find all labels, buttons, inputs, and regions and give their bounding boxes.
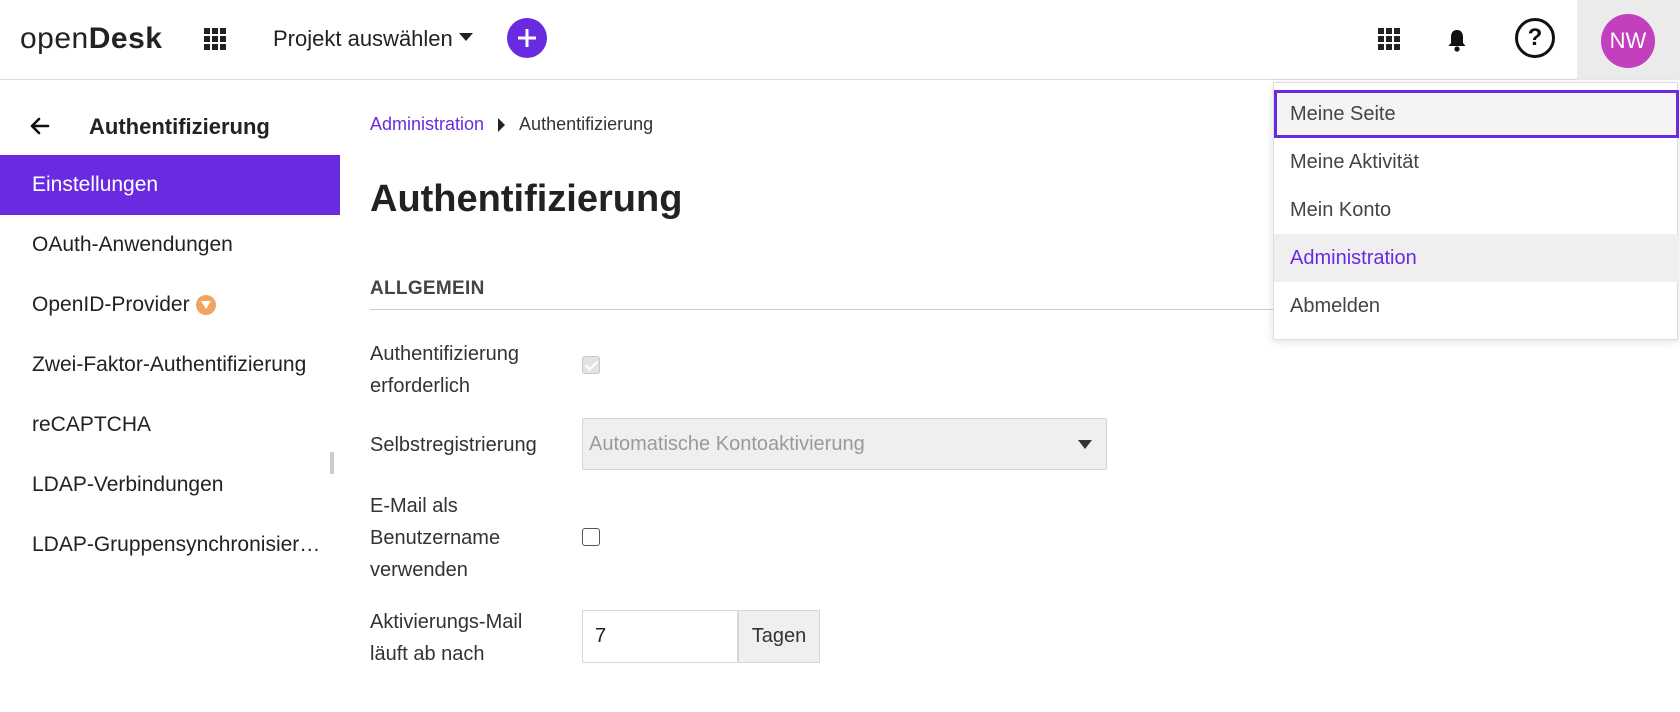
bell-icon[interactable]: [1446, 28, 1468, 52]
modules-grid-icon[interactable]: [1378, 28, 1400, 50]
chevron-right-icon: [498, 117, 506, 132]
email-as-login-label: E-Mail als Benutzername verwenden: [370, 490, 500, 586]
self-registration-value: Automatische Kontoaktivierung: [589, 432, 865, 455]
activation-mail-unit-label: Tagen: [738, 610, 820, 663]
breadcrumb-current: Authentifizierung: [519, 114, 654, 134]
breadcrumb: Administration Authentifizierung: [370, 114, 653, 135]
section-heading: ALLGEMEIN: [370, 278, 1300, 310]
sidebar-item-label: OpenID-Provider: [32, 293, 190, 316]
avatar: NW: [1601, 14, 1655, 68]
self-registration-select[interactable]: Automatische Kontoaktivierung: [582, 418, 1107, 470]
auth-required-label-line2: erforderlich: [370, 375, 471, 397]
caret-down-icon: [458, 33, 473, 41]
sidebar-title: Authentifizierung: [89, 114, 270, 139]
user-dropdown-menu: Meine Seite Meine Aktivität Mein Konto A…: [1273, 82, 1679, 340]
auth-required-checkbox[interactable]: [582, 356, 600, 374]
activation-mail-label-line1: Aktivierungs-Mail: [370, 611, 523, 633]
add-button[interactable]: [507, 18, 547, 58]
sidebar-item-label: reCAPTCHA: [32, 413, 152, 436]
self-registration-label: Selbstregistrierung: [370, 434, 537, 456]
sidebar-header: Authentifizierung: [0, 106, 340, 146]
menu-item-my-page[interactable]: Meine Seite: [1274, 90, 1679, 138]
auth-required-label-line1: Authentifizierung: [370, 343, 519, 365]
plus-icon: [518, 29, 536, 47]
auth-required-label: Authentifizierung erforderlich: [370, 338, 519, 402]
email-as-login-checkbox[interactable]: [582, 528, 600, 546]
sidebar-item-openid[interactable]: OpenID-Provider: [0, 275, 340, 335]
page-title: Authentifizierung: [370, 178, 683, 220]
sidebar-item-label: LDAP-Gruppensynchronisieru...: [32, 533, 327, 556]
enterprise-gem-icon: [195, 295, 216, 315]
logo-text-light: open: [20, 22, 89, 55]
email-as-login-label-line2: Benutzername: [370, 527, 501, 549]
apps-grid-icon[interactable]: [204, 28, 226, 50]
caret-down-icon: [1078, 440, 1092, 449]
avatar-initials: NW: [1609, 28, 1647, 53]
sidebar-item-label: Einstellungen: [32, 173, 159, 196]
activation-mail-days-input[interactable]: 7: [582, 610, 738, 663]
sidebar-item-label: OAuth-Anwendungen: [32, 233, 233, 256]
breadcrumb-link-administration[interactable]: Administration: [370, 114, 484, 135]
activation-mail-label-line2: läuft ab nach: [370, 643, 485, 665]
project-select-label: Projekt auswählen: [273, 26, 453, 51]
email-as-login-label-line3: verwenden: [370, 559, 468, 581]
sidebar-item-two-factor[interactable]: Zwei-Faktor-Authentifizierung: [0, 335, 340, 395]
activation-mail-label: Aktivierungs-Mail läuft ab nach: [370, 606, 522, 670]
project-select-button[interactable]: Projekt auswählen: [273, 26, 473, 52]
menu-item-logout[interactable]: Abmelden: [1274, 282, 1679, 330]
user-menu-toggle[interactable]: NW: [1577, 0, 1680, 80]
help-icon: ?: [1527, 24, 1543, 51]
top-header: openDesk Projekt auswählen ? NW: [0, 0, 1680, 80]
email-as-login-label-line1: E-Mail als: [370, 495, 458, 517]
sidebar-item-label: Zwei-Faktor-Authentifizierung: [32, 353, 307, 376]
section-title: ALLGEMEIN: [370, 278, 485, 299]
sidebar-menu: Einstellungen OAuth-Anwendungen OpenID-P…: [0, 155, 340, 575]
sidebar-item-ldap-group-sync[interactable]: LDAP-Gruppensynchronisieru...: [0, 515, 340, 575]
help-button[interactable]: ?: [1515, 18, 1555, 58]
sidebar-item-ldap-connections[interactable]: LDAP-Verbindungen: [0, 455, 340, 515]
menu-item-administration[interactable]: Administration: [1274, 234, 1679, 282]
menu-item-my-account[interactable]: Mein Konto: [1274, 186, 1679, 234]
opendesk-logo[interactable]: openDesk: [20, 22, 162, 56]
menu-item-my-activity[interactable]: Meine Aktivität: [1274, 138, 1679, 186]
sidebar-resize-handle[interactable]: [330, 452, 334, 474]
sidebar-item-label: LDAP-Verbindungen: [32, 473, 224, 496]
sidebar-item-oauth[interactable]: OAuth-Anwendungen: [0, 215, 340, 275]
arrow-left-icon[interactable]: [30, 116, 50, 136]
sidebar: Authentifizierung Einstellungen OAuth-An…: [0, 80, 340, 712]
logo-text-bold: Desk: [88, 22, 163, 55]
sidebar-item-einstellungen[interactable]: Einstellungen: [0, 155, 340, 215]
sidebar-item-recaptcha[interactable]: reCAPTCHA: [0, 395, 340, 455]
